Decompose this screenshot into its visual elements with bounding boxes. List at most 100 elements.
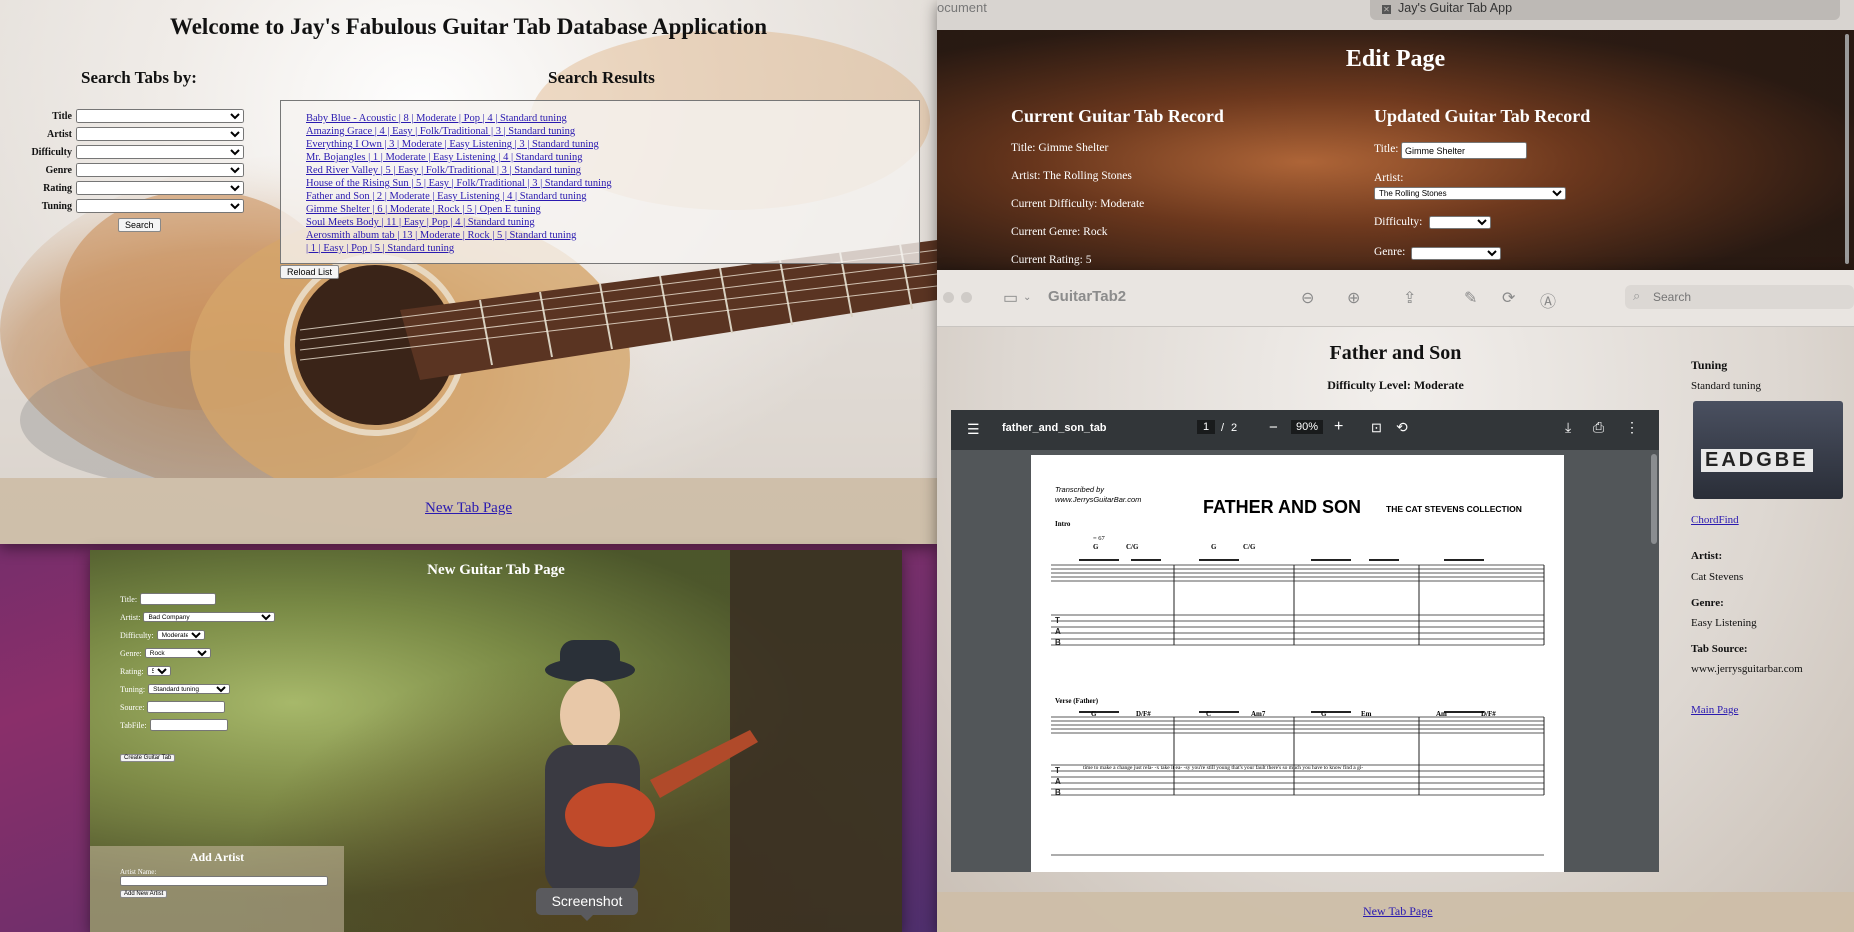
updated-title-input[interactable] [1401,142,1527,159]
new-difficulty-row: Difficulty: Moderate [120,629,205,641]
title-select[interactable] [76,109,244,123]
chord-label: G [1091,710,1097,718]
new-tuning-select[interactable]: Standard tuning [148,684,231,694]
difficulty-select[interactable] [76,145,244,159]
main-page-link[interactable]: Main Page [1691,704,1738,716]
scrollbar[interactable] [1845,34,1849,264]
result-link[interactable]: House of the Rising Sun | 5 | Easy | Fol… [306,178,612,189]
create-guitar-tab-button[interactable]: Create Guitar Tab [120,754,176,762]
add-new-artist-button[interactable]: Add New Artist [120,890,168,898]
window-minimize-control[interactable] [961,292,972,303]
browser-tab-partial[interactable]: ocument [937,0,987,15]
updated-genre-select[interactable] [1411,247,1501,260]
new-title-input[interactable] [140,593,217,605]
app-title: GuitarTab2 [1048,288,1127,305]
chevron-down-icon[interactable]: ⌄ [1023,292,1031,303]
pdf-toolbar: ☰ father_and_son_tab 1 / 2 − 90% + ⊡ ⟲ ⤓… [951,410,1659,450]
search-field[interactable]: ⌕ [1625,285,1854,309]
new-artist-select[interactable]: Bad Company [143,612,276,622]
tuning-label: Tuning [41,200,72,212]
new-difficulty-select[interactable]: Moderate [156,630,205,640]
sidebar-icon[interactable]: ▭ [1003,288,1018,308]
sheet-title: FATHER AND SON [1203,497,1362,517]
result-link[interactable]: Baby Blue - Acoustic | 8 | Moderate | Po… [306,113,567,124]
browser-tab-title: Jay's Guitar Tab App [1398,1,1513,15]
pdf-page-current[interactable]: 1 [1197,420,1216,434]
result-link[interactable]: Soul Meets Body | 11 | Easy | Pop | 4 | … [306,217,535,228]
new-tab-page-link[interactable]: New Tab Page [1363,904,1433,919]
result-link[interactable]: Amazing Grace | 4 | Easy | Folk/Traditio… [306,126,575,137]
updated-title-label: Title: [1374,143,1399,155]
pdf-zoom-out-icon[interactable]: − [1269,419,1278,436]
new-tuning-label: Tuning: [120,684,146,694]
tuning-select[interactable] [76,199,244,213]
result-link[interactable]: Aerosmith album tab | 13 | Moderate | Ro… [306,230,576,241]
updated-difficulty-select[interactable] [1429,216,1491,229]
new-difficulty-label: Difficulty: [120,630,154,640]
new-tab-page-link[interactable]: New Tab Page [0,500,937,517]
close-icon[interactable]: ✕ [1382,5,1391,14]
add-artist-panel: Add Artist Artist Name: Add New Artist [90,846,344,932]
pdf-filename: father_and_son_tab [1002,422,1107,434]
print-icon[interactable]: ⎙ [1593,419,1604,436]
result-link[interactable]: Everything I Own | 3 | Moderate | Easy L… [306,139,599,150]
reload-list-button[interactable]: Reload List [280,265,340,279]
pdf-zoom-level[interactable]: 90% [1291,420,1324,434]
result-link[interactable]: Mr. Bojangles | 1 | Moderate | Easy List… [306,152,582,163]
pdf-zoom-in-icon[interactable]: + [1334,418,1343,436]
screenshot-tooltip: Screenshot [536,888,638,921]
rotate-icon[interactable]: ⟳ [1502,288,1515,308]
new-genre-row: Genre: Rock [120,647,211,659]
search-button[interactable]: Search [118,218,161,232]
download-icon[interactable]: ⤓ [1565,419,1571,436]
new-tabfile-input[interactable] [149,719,228,731]
browser-tab-active[interactable]: ✕ Jay's Guitar Tab App [1370,0,1840,20]
artist-name-label: Artist Name: [120,868,157,876]
svg-text:A: A [1055,627,1061,636]
rotate-page-icon[interactable]: ⟲ [1396,419,1408,436]
add-artist-heading: Add Artist [189,850,245,864]
artist-select[interactable] [76,127,244,141]
new-genre-select[interactable]: Rock [144,648,211,658]
annotate-icon[interactable]: Ⓐ [1540,288,1556,312]
result-link[interactable]: Father and Son | 2 | Moderate | Easy Lis… [306,191,587,202]
genre-heading: Genre: [1691,597,1724,609]
fit-page-icon[interactable]: ⊡ [1371,420,1382,436]
result-link[interactable]: Red River Valley | 5 | Easy | Folk/Tradi… [306,165,581,176]
search-input[interactable] [1651,289,1845,305]
new-title-row: Title: [120,593,217,605]
rating-select[interactable] [76,181,244,195]
new-genre-label: Genre: [120,648,142,658]
pdf-page-total: 2 [1231,422,1238,434]
artist-name-input[interactable] [120,876,328,886]
page-title: Welcome to Jay's Fabulous Guitar Tab Dat… [169,14,768,39]
new-source-input[interactable] [147,701,226,713]
share-icon[interactable]: ⇪ [1403,288,1416,308]
chord-label: C [1206,710,1212,718]
search-title-row: Title [30,108,244,124]
menu-icon[interactable]: ☰ [967,421,980,438]
more-options-icon[interactable]: ⋮ [1625,419,1639,436]
zoom-in-icon[interactable]: ⊕ [1347,288,1360,308]
search-icon: ⌕ [1633,288,1641,303]
window-close-control[interactable] [943,292,954,303]
chordfind-link[interactable]: ChordFind [1691,514,1739,526]
updated-artist-select[interactable]: The Rolling Stones [1374,187,1566,200]
preview-toolbar: ▭ ⌄ GuitarTab2 ⊖ ⊕ ⇪ ✎ ⟳ Ⓐ ⌕ [937,270,1854,327]
updated-difficulty-label: Difficulty: [1374,216,1423,228]
pdf-viewer: ☰ father_and_son_tab 1 / 2 − 90% + ⊡ ⟲ ⤓… [951,410,1659,872]
result-link[interactable]: Gimme Shelter | 6 | Moderate | Rock | 5 … [306,204,541,215]
results-heading: Search Results [548,68,655,87]
tuning-image: EADGBE [1693,401,1843,499]
result-link[interactable]: | 1 | Easy | Pop | 5 | Standard tuning [306,243,454,254]
genre-select[interactable] [76,163,244,177]
zoom-out-icon[interactable]: ⊖ [1301,288,1314,308]
new-rating-select[interactable]: 5 [146,666,171,676]
difficulty-label: Difficulty [31,146,72,158]
markup-pen-icon[interactable]: ✎ [1464,288,1477,308]
pdf-scrollbar[interactable] [1651,454,1657,544]
svg-text:T: T [1055,766,1060,775]
main-search-window: Welcome to Jay's Fabulous Guitar Tab Dat… [0,0,937,544]
search-difficulty-row: Difficulty [30,144,244,160]
sheet-credit-2: www.JerrysGuitarBar.com [1055,495,1142,504]
